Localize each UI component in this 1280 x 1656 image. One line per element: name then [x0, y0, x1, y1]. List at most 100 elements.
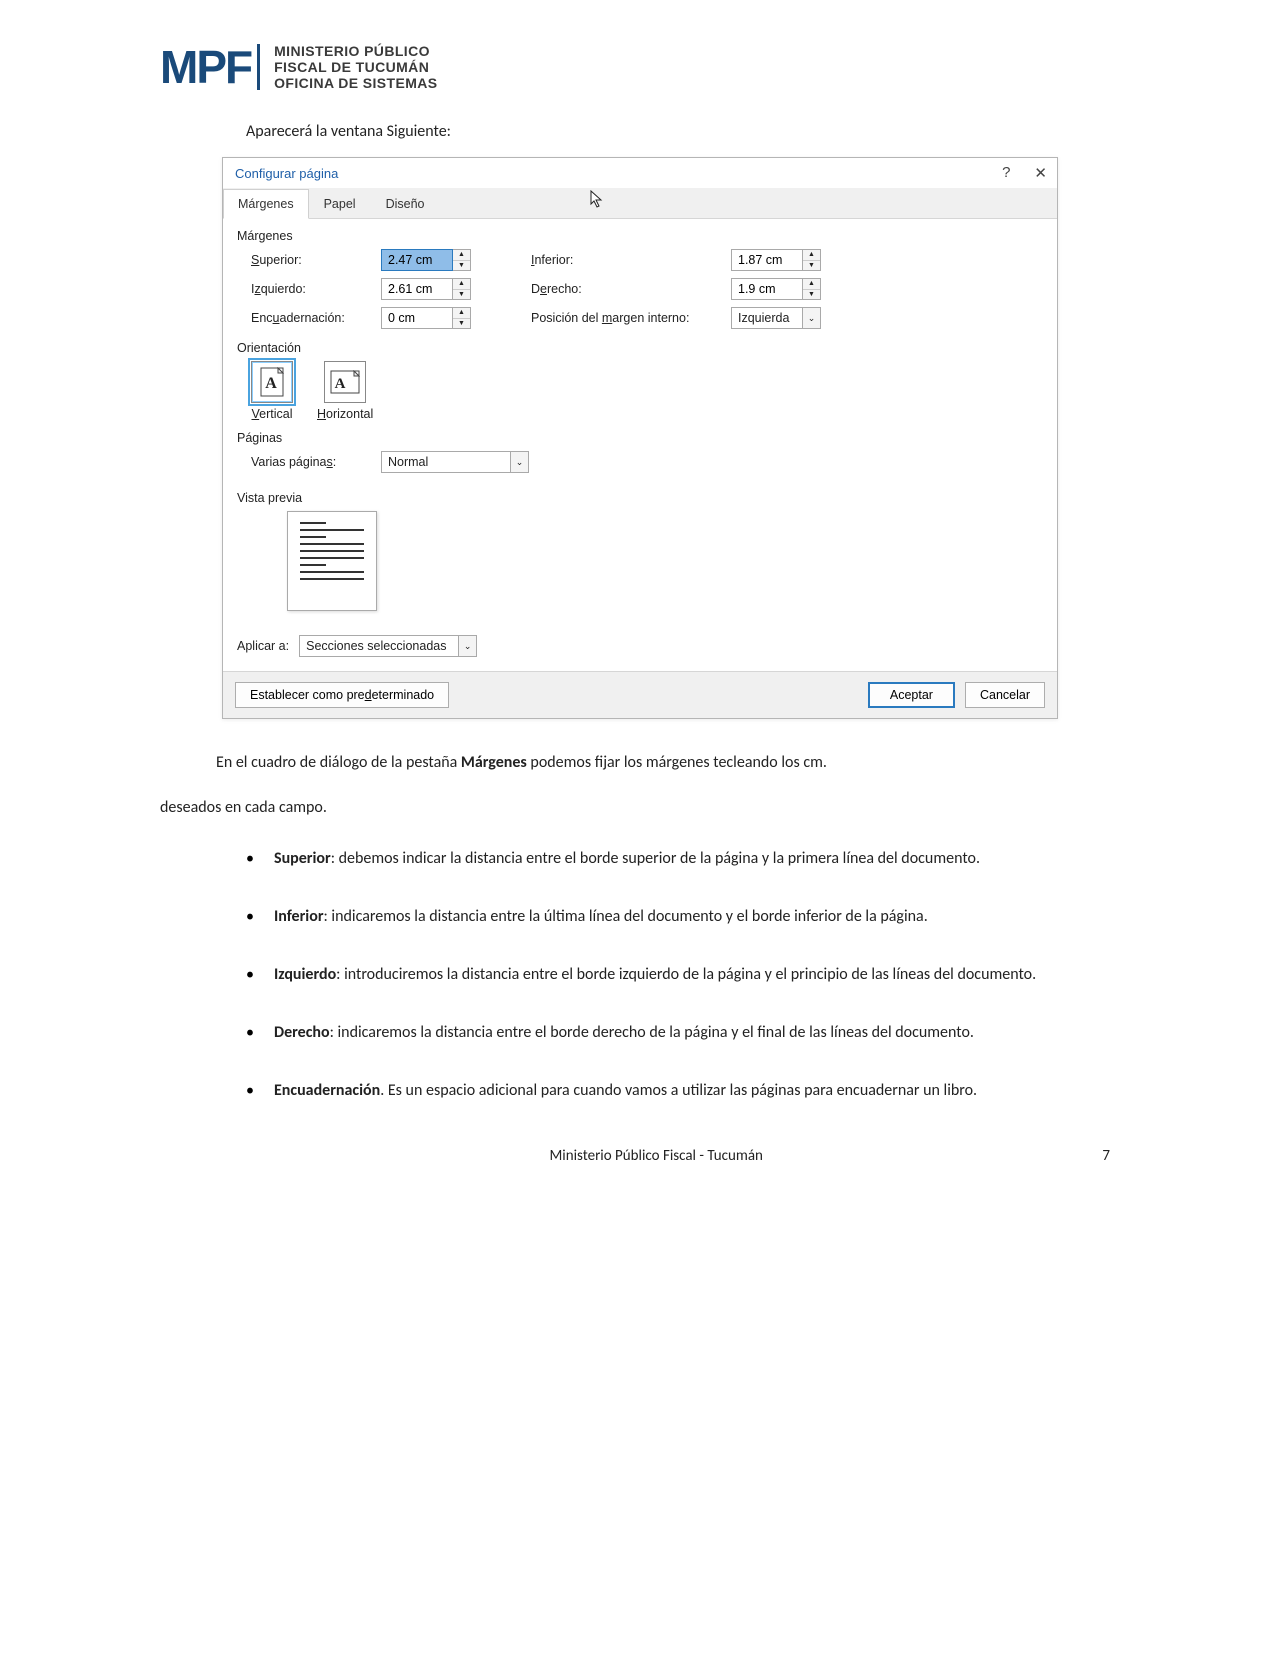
para1-bold: Márgenes — [461, 753, 527, 772]
spin-up-icon[interactable]: ▲ — [803, 250, 820, 261]
bullet-text: : indicaremos la distancia entre el bord… — [330, 1023, 974, 1042]
spin-up-icon[interactable]: ▲ — [453, 250, 470, 261]
spin-up-icon[interactable]: ▲ — [453, 308, 470, 319]
body-paragraph-2: deseados en cada campo. — [160, 792, 1120, 823]
spin-down-icon[interactable]: ▼ — [803, 290, 820, 300]
bullet-inferior: Inferior: indicaremos la distancia entre… — [246, 901, 1120, 933]
orientation-vertical-option[interactable]: A Vertical — [251, 361, 293, 421]
varias-paginas-label: Varias páginas: — [251, 455, 361, 469]
spin-down-icon[interactable]: ▼ — [453, 319, 470, 329]
inferior-label: Inferior: — [531, 253, 731, 267]
spin-buttons[interactable]: ▲▼ — [453, 307, 471, 329]
izquierdo-input[interactable] — [381, 278, 453, 300]
spin-buttons[interactable]: ▲▼ — [803, 278, 821, 300]
spin-buttons[interactable]: ▲▼ — [453, 278, 471, 300]
para1-pre: En el cuadro de diálogo de la pestaña — [216, 753, 461, 772]
logo-org-text: MINISTERIO PÚBLICO FISCAL DE TUCUMÁN OFI… — [274, 43, 437, 91]
svg-text:A: A — [335, 376, 346, 392]
logo-line3: OFICINA DE SISTEMAS — [274, 75, 437, 91]
inferior-spinner[interactable]: ▲▼ — [731, 249, 841, 271]
tab-diseno[interactable]: Diseño — [371, 189, 440, 219]
aplicar-a-value[interactable]: Secciones seleccionadas — [299, 635, 459, 657]
derecho-spinner[interactable]: ▲▼ — [731, 278, 841, 300]
page-footer: Ministerio Público Fiscal - Tucumán 7 — [160, 1147, 1120, 1165]
orientation-section-label: Orientación — [237, 341, 1043, 355]
dialog-title-bar: Configurar página ? ✕ — [223, 158, 1057, 188]
close-button[interactable]: ✕ — [1034, 164, 1047, 182]
dialog-body: Márgenes Superior: ▲▼ Inferior: ▲▼ Izqui… — [223, 219, 1057, 671]
izquierdo-label: Izquierdo: — [251, 282, 381, 296]
logo-abbrev-text: MPF — [160, 40, 251, 94]
inferior-input[interactable] — [731, 249, 803, 271]
orientation-vertical-label: Vertical — [252, 407, 293, 421]
bullet-superior: Superior: debemos indicar la distancia e… — [246, 843, 1120, 875]
tab-strip: Márgenes Papel Diseño — [223, 188, 1057, 219]
tab-margenes[interactable]: Márgenes — [223, 189, 309, 219]
aplicar-a-label: Aplicar a: — [237, 639, 289, 653]
cancel-button[interactable]: Cancelar — [965, 682, 1045, 708]
set-default-button[interactable]: Establecer como predeterminado — [235, 682, 449, 708]
encuadernacion-spinner[interactable]: ▲▼ — [381, 307, 491, 329]
pages-row: Varias páginas: Normal ⌄ — [251, 451, 1043, 473]
superior-spinner[interactable]: ▲▼ — [381, 249, 491, 271]
spin-buttons[interactable]: ▲▼ — [453, 249, 471, 271]
izquierdo-spinner[interactable]: ▲▼ — [381, 278, 491, 300]
encuadernacion-input[interactable] — [381, 307, 453, 329]
orientation-horizontal-label: Horizontal — [317, 407, 373, 421]
bullets-list: Superior: debemos indicar la distancia e… — [160, 843, 1120, 1107]
bullet-text: : indicaremos la distancia entre la últi… — [324, 907, 928, 926]
superior-input[interactable] — [381, 249, 453, 271]
page-number: 7 — [1102, 1147, 1110, 1165]
posicion-dropdown[interactable]: Izquierda ⌄ — [731, 307, 841, 329]
accept-button[interactable]: Aceptar — [868, 682, 955, 708]
varias-paginas-value[interactable]: Normal — [381, 451, 511, 473]
bullet-bold: Superior — [274, 849, 331, 868]
landscape-icon: A — [324, 361, 366, 403]
aplicar-a-dropdown[interactable]: Secciones seleccionadas ⌄ — [299, 635, 477, 657]
dialog-footer: Establecer como predeterminado Aceptar C… — [223, 671, 1057, 718]
derecho-input[interactable] — [731, 278, 803, 300]
spin-down-icon[interactable]: ▼ — [453, 261, 470, 271]
bullet-bold: Izquierdo — [274, 965, 336, 984]
help-button[interactable]: ? — [1002, 164, 1010, 182]
posicion-label: Posición del margen interno: — [531, 311, 731, 325]
chevron-down-icon[interactable]: ⌄ — [459, 635, 477, 657]
bullet-bold: Encuadernación — [274, 1081, 380, 1100]
logo-abbrev: MPF — [160, 40, 266, 94]
bullet-bold: Derecho — [274, 1023, 330, 1042]
preview-section-label: Vista previa — [237, 491, 1043, 505]
logo-line1: MINISTERIO PÚBLICO — [274, 43, 437, 59]
bullet-derecho: Derecho: indicaremos la distancia entre … — [246, 1017, 1120, 1049]
spin-down-icon[interactable]: ▼ — [453, 290, 470, 300]
bullet-text: . Es un espacio adicional para cuando va… — [380, 1081, 977, 1100]
bullet-bold: Inferior — [274, 907, 324, 926]
tab-papel[interactable]: Papel — [309, 189, 371, 219]
margins-grid: Superior: ▲▼ Inferior: ▲▼ Izquierdo: ▲▼ … — [251, 249, 1043, 329]
margins-section-label: Márgenes — [237, 229, 1043, 243]
logo-header: MPF MINISTERIO PÚBLICO FISCAL DE TUCUMÁN… — [160, 40, 1120, 94]
spin-up-icon[interactable]: ▲ — [803, 279, 820, 290]
pages-section-label: Páginas — [237, 431, 1043, 445]
posicion-value[interactable]: Izquierda — [731, 307, 803, 329]
spin-up-icon[interactable]: ▲ — [453, 279, 470, 290]
chevron-down-icon[interactable]: ⌄ — [803, 307, 821, 329]
bullet-encuadernacion: Encuadernación. Es un espacio adicional … — [246, 1075, 1120, 1107]
chevron-down-icon[interactable]: ⌄ — [511, 451, 529, 473]
cursor-icon — [590, 190, 604, 220]
svg-text:A: A — [265, 375, 277, 392]
dialog-title: Configurar página — [235, 166, 1002, 181]
body-paragraph-1: En el cuadro de diálogo de la pestaña Má… — [216, 747, 1120, 778]
bullet-text: : introduciremos la distancia entre el b… — [336, 965, 1036, 984]
varias-paginas-dropdown[interactable]: Normal ⌄ — [381, 451, 529, 473]
encuadernacion-label: Encuadernación: — [251, 311, 381, 325]
spin-buttons[interactable]: ▲▼ — [803, 249, 821, 271]
page-setup-dialog: Configurar página ? ✕ Márgenes Papel Dis… — [222, 157, 1058, 719]
preview-page-icon — [287, 511, 377, 611]
portrait-icon: A — [251, 361, 293, 403]
bullet-text: : debemos indicar la distancia entre el … — [331, 849, 980, 868]
bullet-izquierdo: Izquierdo: introduciremos la distancia e… — [246, 959, 1120, 991]
derecho-label: Derecho: — [531, 282, 731, 296]
para1-post: podemos fijar los márgenes tecleando los… — [527, 753, 827, 772]
spin-down-icon[interactable]: ▼ — [803, 261, 820, 271]
orientation-horizontal-option[interactable]: A Horizontal — [317, 361, 373, 421]
